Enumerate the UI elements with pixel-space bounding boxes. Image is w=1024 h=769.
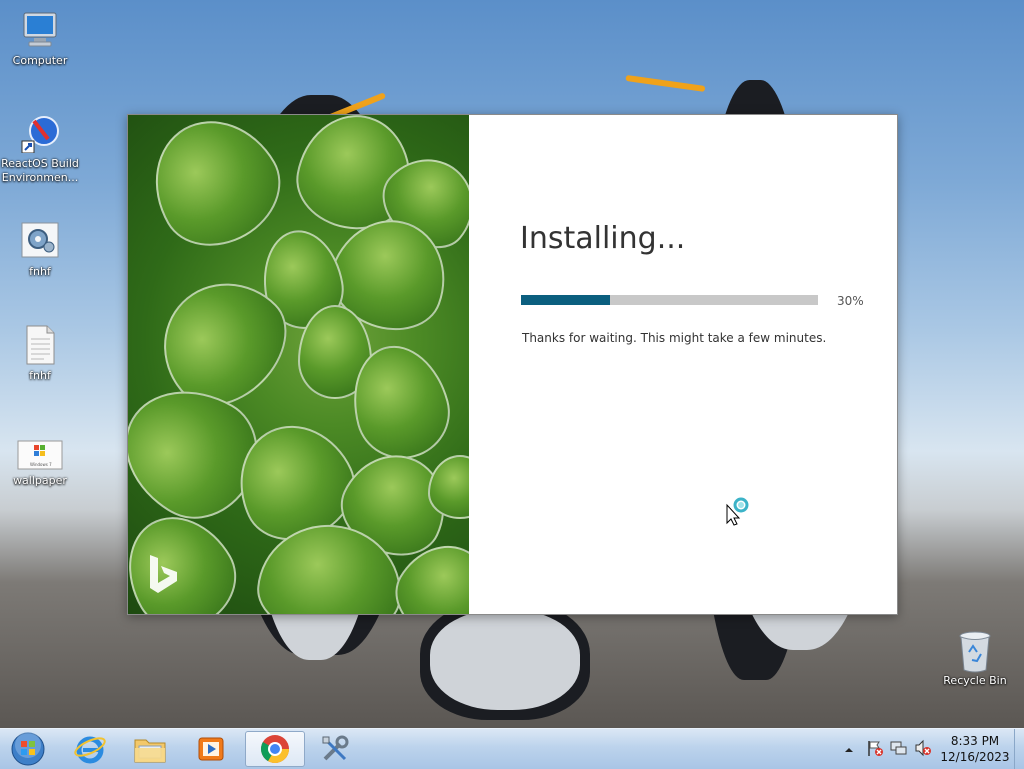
- desktop-icon-fnhf-settings[interactable]: fnhf: [0, 221, 80, 279]
- internet-explorer-icon: [74, 736, 106, 764]
- desktop-icon-fnhf-text[interactable]: fnhf: [0, 325, 80, 383]
- progress-percent-label: 30%: [837, 294, 864, 308]
- plant-leaf: [428, 455, 469, 519]
- settings-file-icon: [20, 221, 60, 261]
- wallpaper-thumb-text: Windows 7: [30, 462, 52, 467]
- taskbar-chrome[interactable]: [245, 731, 305, 767]
- taskbar-file-explorer[interactable]: [122, 731, 178, 767]
- start-orb-icon: [11, 732, 45, 766]
- volume-muted-icon[interactable]: [914, 739, 932, 761]
- bing-logo: [150, 555, 177, 593]
- clock-time: 8:33 PM: [950, 734, 1000, 748]
- taskbar-tools[interactable]: [307, 731, 363, 767]
- network-icon[interactable]: [890, 739, 908, 761]
- taskbar: 8:33 PM 12/16/2023: [0, 728, 1024, 769]
- action-center-flag-icon[interactable]: [866, 739, 884, 761]
- desktop-icon-label: wallpaper: [13, 474, 67, 487]
- desktop-icon-label: ReactOS Build Environmen...: [1, 157, 79, 184]
- image-file-icon: Windows 7: [17, 440, 63, 470]
- installer-window[interactable]: Installing... 30% Thanks for waiting. Th…: [127, 114, 898, 615]
- taskbar-clock[interactable]: 8:33 PM 12/16/2023: [936, 733, 1014, 765]
- desktop-icon-recycle-bin[interactable]: Recycle Bin: [935, 630, 1015, 688]
- installer-title: Installing...: [520, 221, 686, 256]
- text-file-icon: [20, 325, 60, 365]
- desktop-icon-label: Recycle Bin: [943, 674, 1007, 687]
- installer-status-message: Thanks for waiting. This might take a fe…: [522, 331, 827, 345]
- desktop-icon-computer[interactable]: Computer: [0, 10, 80, 68]
- start-button[interactable]: [0, 731, 56, 767]
- chrome-icon: [261, 735, 289, 763]
- computer-icon: [20, 10, 60, 50]
- desktop-icon-label: Computer: [12, 54, 68, 67]
- busy-cursor-icon: [726, 497, 749, 526]
- reactos-build-icon: [20, 113, 60, 154]
- desktop-icon-reactos-build-environment[interactable]: ReactOS Build Environmen...: [0, 113, 80, 185]
- desktop: Computer ReactOS Build Environmen... fnh…: [0, 0, 1024, 728]
- penguin-belly: [430, 610, 580, 710]
- installer-hero-image: [128, 115, 469, 614]
- taskbar-media-player[interactable]: [183, 731, 239, 767]
- desktop-icon-label: fnhf: [29, 265, 51, 278]
- desktop-icon-wallpaper[interactable]: Windows 7 wallpaper: [0, 440, 80, 488]
- install-progress-fill: [521, 295, 611, 305]
- install-progress-bar: [521, 295, 818, 305]
- penguin-beak: [625, 74, 706, 92]
- show-desktop-button[interactable]: [1014, 729, 1024, 769]
- file-explorer-icon: [134, 739, 166, 763]
- show-hidden-icons-arrow[interactable]: [843, 741, 855, 760]
- media-player-icon: [198, 737, 224, 761]
- desktop-icon-label: fnhf: [29, 369, 51, 382]
- taskbar-internet-explorer[interactable]: [62, 731, 118, 767]
- recycle-bin-icon: [955, 630, 995, 673]
- clock-date: 12/16/2023: [940, 750, 1010, 764]
- tools-icon: [322, 735, 349, 761]
